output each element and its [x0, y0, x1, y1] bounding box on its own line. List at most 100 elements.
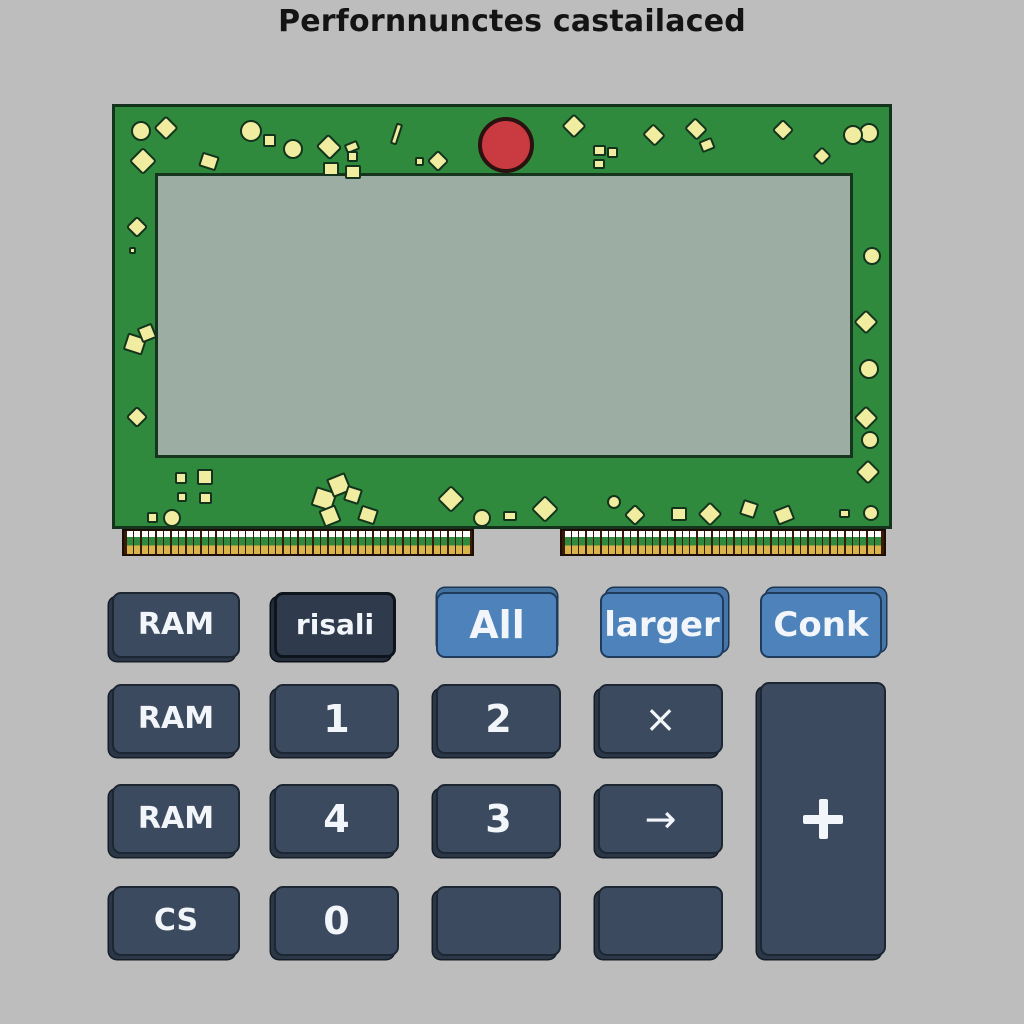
connector-pin [764, 531, 771, 554]
connector-pin [216, 531, 223, 554]
pcb-component [683, 116, 709, 142]
pcb-component [641, 122, 667, 148]
key-conk-label: Conk [773, 605, 869, 645]
plus-icon [803, 799, 843, 839]
connector-pin [645, 531, 652, 554]
connector-pin [631, 531, 638, 554]
key-multiply-label: × [644, 697, 677, 741]
key-plus[interactable] [760, 682, 886, 956]
key-minus[interactable] [598, 886, 723, 956]
keypad: RAM risali All larger Conk RAM 1 2 × RAM 4 3 → CS 0 [0, 576, 1024, 976]
key-multiply[interactable]: × [598, 684, 723, 754]
connector-pin [668, 531, 675, 554]
connector-pin [845, 531, 852, 554]
pcb-component [863, 247, 881, 265]
key-conk[interactable]: Conk [760, 592, 882, 658]
connector-pin [223, 531, 231, 554]
connector-pin [463, 531, 470, 554]
connector-pin [418, 531, 425, 554]
connector-pin [838, 531, 845, 554]
connector-fingers-right [560, 529, 886, 556]
key-all[interactable]: All [436, 592, 558, 658]
key-digit-0[interactable]: 0 [274, 886, 399, 956]
connector-pin [126, 531, 133, 554]
pcb-component [125, 405, 149, 429]
key-digit-4[interactable]: 4 [274, 784, 399, 854]
pcb-component [342, 484, 364, 506]
connector-pin [660, 531, 667, 554]
connector-pin [675, 531, 682, 554]
connector-pin [712, 531, 719, 554]
pcb-component [697, 501, 723, 527]
connector-pin [572, 531, 579, 554]
connector-pin [358, 531, 365, 554]
pcb-component [177, 492, 187, 502]
pcb-component [263, 134, 276, 147]
pcb-component [315, 133, 343, 161]
key-digit-2-label: 2 [485, 697, 512, 741]
connector-pin [351, 531, 358, 554]
key-risali[interactable]: risali [274, 592, 396, 658]
key-digit-3-label: 3 [485, 797, 512, 841]
key-digit-1-label: 1 [323, 697, 350, 741]
pcb-component [855, 459, 881, 485]
pcb-board [112, 104, 892, 529]
connector-pin [201, 531, 208, 554]
pcb-component [771, 118, 795, 142]
connector-pin [426, 531, 433, 554]
pcb-component [853, 309, 879, 335]
pcb-component [128, 146, 158, 176]
pcb-component [389, 122, 404, 146]
connector-pin [141, 531, 148, 554]
key-arrow[interactable]: → [598, 784, 723, 854]
connector-pin [749, 531, 756, 554]
connector-pin [298, 531, 305, 554]
connector-pin [719, 531, 726, 554]
key-larger[interactable]: larger [600, 592, 724, 658]
pcb-component [345, 165, 361, 179]
connector-pin [682, 531, 689, 554]
key-ram-3[interactable]: RAM [112, 784, 240, 854]
connector-pin [823, 531, 830, 554]
connector-pin [623, 531, 630, 554]
connector-pin [313, 531, 320, 554]
key-digit-1[interactable]: 1 [274, 684, 399, 754]
connector-pin [411, 531, 418, 554]
key-cs-label: CS [153, 903, 199, 938]
pcb-component [863, 505, 879, 521]
connector-pin [179, 531, 186, 554]
pcb-component [347, 151, 358, 162]
key-digit-3[interactable]: 3 [436, 784, 561, 854]
key-ram-2[interactable]: RAM [112, 684, 240, 754]
connector-pin [742, 531, 749, 554]
connector-pin [231, 531, 238, 554]
key-cs[interactable]: CS [112, 886, 240, 956]
key-arrow-label: → [644, 797, 677, 841]
page-title: Perfornnunctes castailaced [278, 4, 746, 39]
connector-pin [801, 531, 808, 554]
connector-pin [343, 531, 350, 554]
connector-pin [134, 531, 141, 554]
pcb-component [199, 492, 212, 504]
pcb-component [240, 120, 262, 142]
connector-pin [579, 531, 586, 554]
key-ram-1[interactable]: RAM [112, 592, 240, 658]
pcb-component [436, 484, 466, 514]
connector-pin [734, 531, 741, 554]
pcb-component [129, 247, 136, 254]
pcb-component [175, 472, 187, 484]
key-digit-2[interactable]: 2 [436, 684, 561, 754]
connector-pin [705, 531, 712, 554]
connector-pin [697, 531, 704, 554]
connector-pin [321, 531, 328, 554]
key-decimal[interactable] [436, 886, 561, 956]
connector-pin [194, 531, 201, 554]
pcb-component [593, 145, 606, 156]
connector-pin [261, 531, 268, 554]
connector-pin [860, 531, 867, 554]
connector-pin [283, 531, 290, 554]
capacitor-icon [478, 117, 534, 173]
connector-pin [253, 531, 261, 554]
connector-pin [403, 531, 410, 554]
connector-pin [601, 531, 608, 554]
